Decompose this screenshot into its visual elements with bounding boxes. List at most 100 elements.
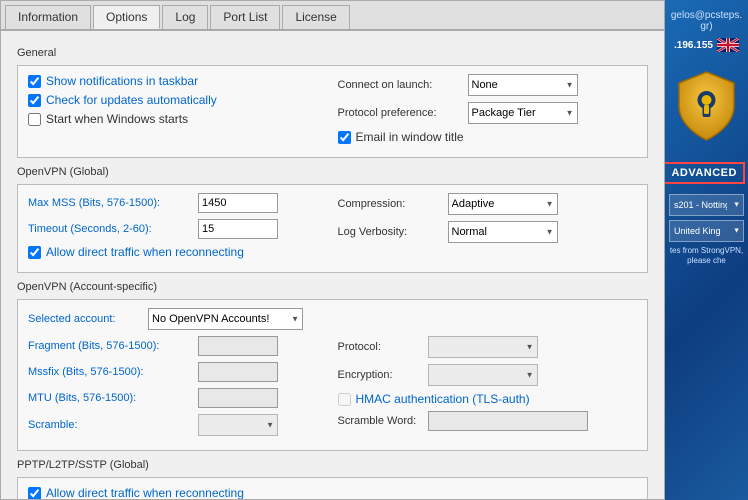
start-windows-row: Start when Windows starts: [28, 112, 328, 126]
allow-direct-traffic-pptp-checkbox[interactable]: [28, 487, 41, 500]
email-text: gelos@pcsteps.gr): [665, 10, 748, 32]
allow-direct-traffic-openvpn-label: Allow direct traffic when reconnecting: [46, 245, 244, 259]
check-updates-checkbox[interactable]: [28, 94, 41, 107]
shield-container: [674, 68, 739, 146]
tab-bar: Information Options Log Port List Licens…: [1, 1, 664, 31]
connect-on-launch-label: Connect on launch:: [338, 79, 468, 91]
pptp-section: Allow direct traffic when reconnecting: [17, 477, 648, 499]
allow-direct-traffic-pptp-label: Allow direct traffic when reconnecting: [46, 486, 244, 499]
email-window-title-row: Email in window title: [338, 130, 638, 144]
options-content: General Show notifications in taskbar Ch…: [1, 31, 664, 499]
protocol-preference-row: Protocol preference: Package Tier: [338, 102, 638, 124]
start-windows-label: Start when Windows starts: [46, 112, 188, 126]
max-mss-row: Max MSS (Bits, 576-1500):: [28, 193, 328, 213]
mssfix-label: Mssfix (Bits, 576-1500):: [28, 366, 198, 378]
advanced-button[interactable]: ADVANCED: [665, 162, 745, 184]
timeout-label: Timeout (Seconds, 2-60):: [28, 223, 198, 235]
log-verbosity-row: Log Verbosity: Normal: [338, 221, 638, 243]
scramble-select[interactable]: [198, 414, 278, 436]
protocol-label: Protocol:: [338, 341, 428, 353]
country-select[interactable]: United King: [669, 220, 744, 242]
max-mss-input[interactable]: [198, 193, 278, 213]
server-select-area: s201 - Nottingham, U United King: [665, 194, 748, 242]
protocol-preference-select[interactable]: Package Tier: [468, 102, 578, 124]
encryption-label: Encryption:: [338, 369, 428, 381]
protocol-preference-label: Protocol preference:: [338, 107, 468, 119]
scramble-label: Scramble:: [28, 419, 198, 431]
tab-portlist[interactable]: Port List: [210, 5, 280, 29]
mssfix-row: Mssfix (Bits, 576-1500):: [28, 362, 328, 382]
allow-direct-traffic-openvpn-checkbox[interactable]: [28, 246, 41, 259]
mssfix-input[interactable]: [198, 362, 278, 382]
mtu-label: MTU (Bits, 576-1500):: [28, 392, 198, 404]
timeout-input[interactable]: [198, 219, 278, 239]
email-window-title-label: Email in window title: [356, 130, 464, 144]
email-window-title-checkbox[interactable]: [338, 131, 351, 144]
connect-on-launch-select[interactable]: None: [468, 74, 578, 96]
scramble-word-label: Scramble Word:: [338, 415, 428, 427]
tab-log[interactable]: Log: [162, 5, 208, 29]
max-mss-label: Max MSS (Bits, 576-1500):: [28, 197, 198, 209]
openvpn-account-section: Selected account: No OpenVPN Accounts! F…: [17, 299, 648, 451]
mtu-row: MTU (Bits, 576-1500):: [28, 388, 328, 408]
check-updates-label: Check for updates automatically: [46, 93, 217, 107]
selected-account-row: Selected account: No OpenVPN Accounts!: [28, 308, 637, 330]
scramble-row: Scramble:: [28, 414, 328, 436]
allow-direct-traffic-openvpn-row: Allow direct traffic when reconnecting: [28, 245, 328, 259]
protocol-preference-select-wrapper: Package Tier: [468, 102, 578, 124]
ip-text: .196.155: [674, 40, 713, 51]
fragment-label: Fragment (Bits, 576-1500):: [28, 340, 198, 352]
advanced-btn-area: N ADVANCED →: [665, 162, 748, 184]
hmac-label: HMAC authentication (TLS-auth): [356, 392, 530, 406]
check-updates-row: Check for updates automatically: [28, 93, 328, 107]
server-select-wrapper: s201 - Nottingham, U: [669, 194, 744, 216]
connect-on-launch-row: Connect on launch: None: [338, 74, 638, 96]
mtu-input[interactable]: [198, 388, 278, 408]
timeout-row: Timeout (Seconds, 2-60):: [28, 219, 328, 239]
encryption-row: Encryption:: [338, 364, 638, 386]
fragment-input[interactable]: [198, 336, 278, 356]
country-select-wrapper: United King: [669, 220, 744, 242]
show-notifications-row: Show notifications in taskbar: [28, 74, 328, 88]
scramble-word-input[interactable]: [428, 411, 588, 431]
compression-select-wrapper: Adaptive: [448, 193, 558, 215]
start-windows-checkbox[interactable]: [28, 113, 41, 126]
openvpn-global-section-label: OpenVPN (Global): [17, 166, 648, 178]
right-panel: gelos@pcsteps.gr) .196.155: [665, 0, 748, 500]
show-notifications-checkbox[interactable]: [28, 75, 41, 88]
hmac-row: HMAC authentication (TLS-auth): [338, 392, 638, 406]
log-verbosity-select-wrapper: Normal: [448, 221, 558, 243]
notice-text: tes from StrongVPN, please che: [665, 246, 748, 267]
connect-on-launch-select-wrapper: None: [468, 74, 578, 96]
tab-options[interactable]: Options: [93, 5, 160, 29]
pptp-section-label: PPTP/L2TP/SSTP (Global): [17, 459, 648, 471]
selected-account-label: Selected account:: [28, 313, 148, 325]
left-panel: Information Options Log Port List Licens…: [0, 0, 665, 500]
shield-icon: [674, 68, 739, 143]
protocol-row: Protocol:: [338, 336, 638, 358]
fragment-row: Fragment (Bits, 576-1500):: [28, 336, 328, 356]
scramble-word-row: Scramble Word:: [338, 411, 638, 431]
show-notifications-label: Show notifications in taskbar: [46, 74, 198, 88]
server-select[interactable]: s201 - Nottingham, U: [669, 194, 744, 216]
tab-information[interactable]: Information: [5, 5, 91, 29]
general-section-label: General: [17, 47, 648, 59]
compression-label: Compression:: [338, 198, 448, 210]
encryption-select[interactable]: [428, 364, 538, 386]
openvpn-account-section-label: OpenVPN (Account-specific): [17, 281, 648, 293]
uk-flag-icon: [717, 38, 739, 52]
allow-direct-traffic-pptp-row: Allow direct traffic when reconnecting: [28, 486, 637, 499]
openvpn-global-section: Max MSS (Bits, 576-1500): Timeout (Secon…: [17, 184, 648, 273]
compression-row: Compression: Adaptive: [338, 193, 638, 215]
protocol-select-wrapper: [428, 336, 538, 358]
log-verbosity-select[interactable]: Normal: [448, 221, 558, 243]
tab-license[interactable]: License: [282, 5, 349, 29]
scramble-select-wrapper: [198, 414, 278, 436]
selected-account-select[interactable]: No OpenVPN Accounts!: [148, 308, 303, 330]
compression-select[interactable]: Adaptive: [448, 193, 558, 215]
general-section: Show notifications in taskbar Check for …: [17, 65, 648, 158]
selected-account-select-wrapper: No OpenVPN Accounts!: [148, 308, 303, 330]
encryption-select-wrapper: [428, 364, 538, 386]
protocol-select[interactable]: [428, 336, 538, 358]
hmac-checkbox[interactable]: [338, 393, 351, 406]
